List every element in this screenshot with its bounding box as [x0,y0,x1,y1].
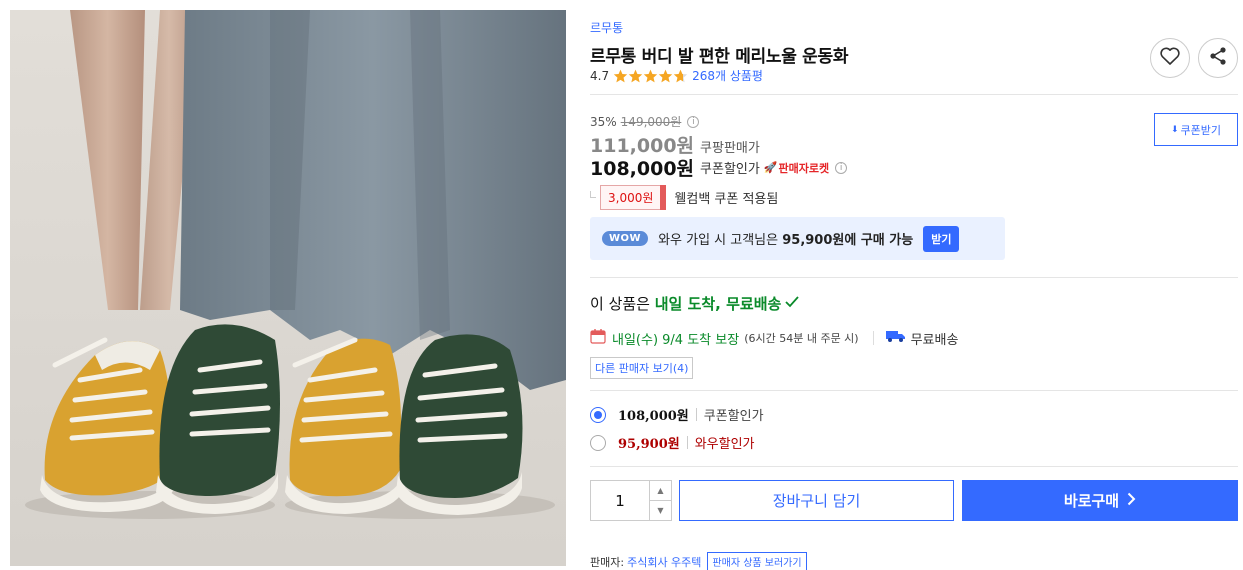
star-icon [628,69,643,82]
coupon-download-label: 쿠폰받기 [1180,123,1222,137]
share-button[interactable] [1198,38,1238,78]
welcome-coupon-amount: 3,000원 [600,185,667,210]
free-shipping-label: 무료배송 [910,332,959,348]
welcome-coupon-row: 3,000원 웰컴백 쿠폰 적용됨 [590,185,778,210]
seller-row: 판매자: 주식회사 우주텍 판매자 상품 보러가기 [590,552,807,570]
seller-name-link[interactable]: 주식회사 우주텍 [627,554,701,570]
star-icon [643,69,658,82]
buy-now-button[interactable]: 바로구매 [962,480,1238,521]
share-icon [1208,46,1228,70]
radio-selected[interactable] [590,406,606,423]
price-option-wow[interactable]: 95,900원 와우할인가 [590,433,755,452]
check-icon [784,295,800,313]
info-icon[interactable]: i [687,115,700,128]
quantity-up-icon[interactable]: ▲ [650,481,671,501]
wow-text: 와우 가입 시 고객님은 [658,233,783,248]
divider [590,466,1238,467]
arrival-note: (6시간 54분 내 주문 시) [744,332,859,345]
wow-promo-box: WOW 와우 가입 시 고객님은 95,900원에 구매 가능 받기 [590,217,1005,260]
product-image [10,10,566,566]
star-icon [673,69,688,82]
quantity-down-icon[interactable]: ▼ [650,501,671,520]
quantity-buttons: ▲ ▼ [649,481,671,520]
divider [590,94,1238,95]
delivery-title: 이 상품은 내일 도착, 무료배송 [590,293,800,314]
brand-link[interactable]: 르무통 [590,19,623,36]
separator [686,436,688,449]
divider [590,390,1238,391]
star-icon [613,69,628,82]
product-info-panel: 르무통 르무통 버디 발 편한 메리노울 운동화 4.7 268개 상품평 35… [590,0,1240,570]
wow-text-bold: 95,900원에 구매 가능 [782,233,914,248]
rating-score: 4.7 [590,68,610,83]
option-label: 쿠폰할인가 [703,409,764,424]
wow-badge: WOW [602,231,649,246]
radio-unselected[interactable] [590,434,606,451]
arrival-row: 내일(수) 9/4 도착 보장 (6시간 54분 내 주문 시) 무료배송 [590,328,958,348]
other-sellers-button[interactable]: 다른 판매자 보기(4) [590,357,694,379]
price-option-coupon[interactable]: 108,000원 쿠폰할인가 [590,405,764,424]
add-to-cart-button[interactable]: 장바구니 담기 [679,480,954,521]
coupon-price: 108,000원 [590,158,695,180]
heart-icon [1160,47,1180,69]
truck-icon [885,329,906,347]
buy-now-label: 바로구매 [1063,492,1120,510]
seller-products-button[interactable]: 판매자 상품 보러가기 [707,552,807,570]
quantity-value[interactable]: 1 [591,481,649,520]
quantity-stepper[interactable]: 1 ▲ ▼ [590,480,672,521]
tree-connector [590,191,596,198]
download-icon: ⬇ [1170,124,1179,135]
calendar-icon [590,328,606,348]
seller-rocket-label: 판매자로켓 [778,161,830,175]
product-title: 르무통 버디 발 편한 메리노울 운동화 [590,47,849,67]
option-label: 와우할인가 [694,437,755,452]
seller-rocket-badge: 🚀 판매자로켓 [764,160,829,176]
coupon-price-row: 108,000원 쿠폰할인가 🚀 판매자로켓 i [590,154,848,181]
rocket-icon: 🚀 [763,161,778,174]
rating-row: 4.7 268개 상품평 [590,67,763,84]
chevron-right-icon [1127,492,1136,510]
seller-label: 판매자: [590,555,625,569]
discount-row: 35% 149,000원 i [590,113,700,130]
coupon-download-button[interactable]: ⬇ 쿠폰받기 [1154,113,1238,146]
welcome-coupon-text: 웰컴백 쿠폰 적용됨 [674,192,779,207]
divider [590,277,1238,278]
delivery-title-prefix: 이 상품은 [590,295,655,313]
coupon-price-label: 쿠폰할인가 [700,162,760,177]
wishlist-button[interactable] [1150,38,1190,78]
review-count-link[interactable]: 268개 상품평 [692,67,763,84]
separator [695,408,697,421]
original-price: 149,000원 [620,115,682,129]
star-icon [658,69,673,82]
option-price: 108,000원 [618,409,689,424]
wow-receive-button[interactable]: 받기 [923,225,960,252]
discount-rate: 35% [590,114,617,129]
rating-stars [613,69,688,83]
delivery-title-highlight: 내일 도착, 무료배송 [654,295,782,313]
separator [872,331,874,345]
option-price: 95,900원 [618,437,680,452]
arrival-date: 내일(수) 9/4 도착 보장 [612,332,740,348]
info-icon[interactable]: i [835,161,848,174]
